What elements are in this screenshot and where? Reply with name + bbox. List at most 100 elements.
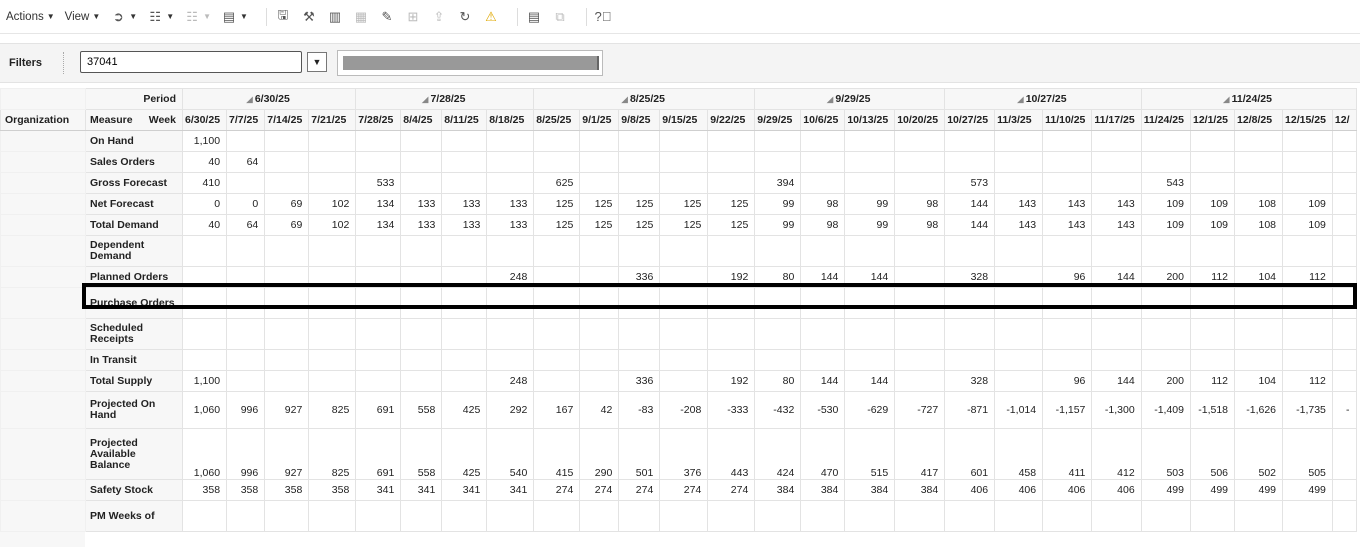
data-cell[interactable]: [844, 235, 896, 267]
data-cell[interactable]: 134: [355, 193, 402, 215]
data-cell[interactable]: 125: [618, 214, 661, 236]
week-header[interactable]: 8/18/25: [486, 109, 535, 131]
data-cell[interactable]: [618, 235, 661, 267]
week-header[interactable]: 9/15/25: [659, 109, 709, 131]
data-cell[interactable]: [308, 235, 357, 267]
data-cell[interactable]: 144: [1091, 370, 1142, 392]
data-cell[interactable]: 143: [1042, 193, 1093, 215]
grid-menu[interactable]: ☷ ▼: [147, 6, 174, 28]
data-cell[interactable]: [1042, 235, 1093, 267]
data-cell[interactable]: [441, 349, 488, 371]
data-cell[interactable]: [579, 151, 620, 173]
data-cell[interactable]: [400, 172, 443, 194]
data-cell[interactable]: [486, 287, 535, 319]
week-header[interactable]: 12/: [1331, 109, 1357, 131]
data-cell[interactable]: 125: [659, 214, 709, 236]
data-cell[interactable]: [355, 235, 402, 267]
data-cell[interactable]: [894, 287, 946, 319]
week-header[interactable]: 11/24/25: [1140, 109, 1191, 131]
data-cell[interactable]: [1042, 287, 1093, 319]
data-cell[interactable]: [579, 287, 620, 319]
data-cell[interactable]: [355, 318, 402, 350]
data-cell[interactable]: [1331, 318, 1357, 350]
data-cell[interactable]: [1331, 235, 1357, 267]
data-cell[interactable]: [1140, 349, 1191, 371]
data-cell[interactable]: [181, 235, 228, 267]
data-cell[interactable]: 112: [1282, 266, 1333, 288]
data-cell[interactable]: 99: [844, 214, 896, 236]
report-button[interactable]: ▤: [526, 6, 542, 28]
data-cell[interactable]: [800, 500, 846, 532]
data-cell[interactable]: [754, 287, 802, 319]
data-cell[interactable]: [264, 349, 310, 371]
data-cell[interactable]: 143: [1091, 214, 1142, 236]
data-cell[interactable]: [1140, 151, 1191, 173]
data-cell[interactable]: [1091, 151, 1142, 173]
data-cell[interactable]: 573: [944, 172, 996, 194]
circle-arrow-menu[interactable]: ➲ ▼: [110, 6, 137, 28]
period-header[interactable]: ◢ 8/25/25: [533, 88, 756, 110]
warning-button[interactable]: ⚠: [483, 6, 499, 28]
data-cell[interactable]: [754, 151, 802, 173]
table-edit-button[interactable]: ⊞: [405, 6, 421, 28]
data-cell[interactable]: [400, 130, 443, 152]
data-cell[interactable]: [181, 266, 228, 288]
actions-menu[interactable]: Actions ▼: [6, 6, 55, 28]
data-cell[interactable]: [1234, 151, 1284, 173]
data-cell[interactable]: [844, 130, 896, 152]
data-cell[interactable]: [800, 287, 846, 319]
data-cell[interactable]: 125: [533, 193, 581, 215]
data-cell[interactable]: 501: [618, 428, 661, 480]
data-cell[interactable]: [1189, 318, 1236, 350]
data-cell[interactable]: [659, 349, 709, 371]
data-cell[interactable]: 109: [1189, 193, 1236, 215]
data-cell[interactable]: [1282, 349, 1333, 371]
data-cell[interactable]: [1331, 479, 1357, 501]
data-cell[interactable]: [486, 235, 535, 267]
data-cell[interactable]: 358: [181, 479, 228, 501]
data-cell[interactable]: [579, 235, 620, 267]
data-cell[interactable]: 412: [1091, 428, 1142, 480]
data-cell[interactable]: [944, 287, 996, 319]
data-cell[interactable]: -1,300: [1091, 391, 1142, 429]
data-cell[interactable]: [579, 500, 620, 532]
data-cell[interactable]: [441, 235, 488, 267]
data-cell[interactable]: [659, 370, 709, 392]
data-cell[interactable]: 274: [659, 479, 709, 501]
data-cell[interactable]: [659, 287, 709, 319]
data-cell[interactable]: [618, 172, 661, 194]
data-cell[interactable]: [800, 318, 846, 350]
data-cell[interactable]: 384: [754, 479, 802, 501]
data-cell[interactable]: 99: [754, 193, 802, 215]
data-cell[interactable]: 125: [707, 193, 756, 215]
data-cell[interactable]: [618, 151, 661, 173]
data-cell[interactable]: 69: [264, 193, 310, 215]
data-cell[interactable]: [226, 287, 266, 319]
data-cell[interactable]: [400, 151, 443, 173]
data-cell[interactable]: 102: [308, 193, 357, 215]
data-cell[interactable]: 109: [1189, 214, 1236, 236]
data-cell[interactable]: 134: [355, 214, 402, 236]
data-cell[interactable]: [844, 349, 896, 371]
upload-button[interactable]: ⇪: [431, 6, 447, 28]
help-button[interactable]: ?⃝: [594, 6, 611, 28]
chevron-down-icon[interactable]: ▼: [307, 52, 327, 72]
week-header[interactable]: 10/13/25: [844, 109, 896, 131]
data-cell[interactable]: 102: [308, 214, 357, 236]
data-cell[interactable]: -1,626: [1234, 391, 1284, 429]
data-cell[interactable]: 40: [181, 214, 228, 236]
data-cell[interactable]: [994, 349, 1044, 371]
data-cell[interactable]: [226, 500, 266, 532]
data-cell[interactable]: 64: [226, 151, 266, 173]
data-cell[interactable]: [533, 287, 581, 319]
data-cell[interactable]: -629: [844, 391, 896, 429]
data-cell[interactable]: 40: [181, 151, 228, 173]
data-cell[interactable]: 470: [800, 428, 846, 480]
data-cell[interactable]: [264, 287, 310, 319]
week-header[interactable]: 11/10/25: [1042, 109, 1093, 131]
data-cell[interactable]: 499: [1234, 479, 1284, 501]
data-cell[interactable]: 443: [707, 428, 756, 480]
data-cell[interactable]: 64: [226, 214, 266, 236]
data-cell[interactable]: [1282, 500, 1333, 532]
data-cell[interactable]: [1091, 318, 1142, 350]
